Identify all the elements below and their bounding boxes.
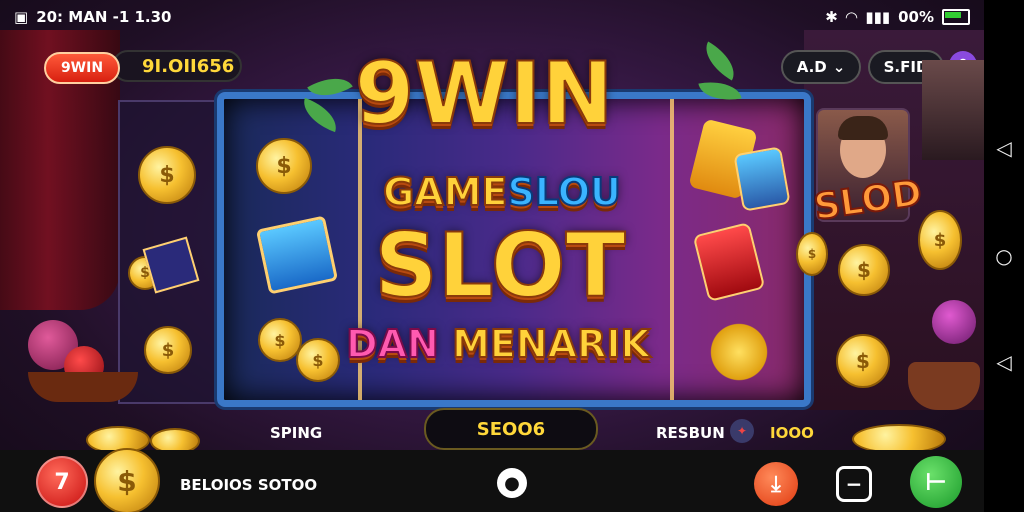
wifi-icon: ◠: [845, 8, 858, 26]
recent-icon[interactable]: ◁: [992, 350, 1016, 374]
bowl-decoration: [28, 372, 138, 402]
system-navigation-bar: ◁ ○ ◁: [984, 0, 1024, 512]
spin-button[interactable]: SPING: [270, 424, 322, 442]
signal-icon: ▮▮▮: [865, 8, 891, 26]
play-button[interactable]: ⊢: [910, 456, 962, 508]
result-label: RESBUN: [656, 424, 725, 442]
status-bar: ▣ 20: MAN -1 1.30 ✱ ◠ ▮▮▮ 00%: [0, 0, 984, 34]
coin-icon: $: [94, 448, 160, 512]
back-icon[interactable]: ◁: [992, 136, 1016, 160]
download-icon[interactable]: ⤓: [754, 462, 798, 506]
status-time: 20: MAN -1 1.30: [36, 8, 172, 26]
banner-subtitle: GAMESLOU: [382, 169, 622, 215]
result-value: IOOO: [770, 424, 814, 442]
battery-icon: [942, 9, 970, 25]
dice-icon[interactable]: ✦: [730, 419, 754, 443]
location-icon[interactable]: ●: [497, 468, 527, 498]
game-screen: ▣ 20: MAN -1 1.30 ✱ ◠ ▮▮▮ 00% 9I.OII656 …: [0, 0, 984, 512]
chat-icon[interactable]: −: [836, 466, 872, 502]
pot-decoration: [908, 362, 980, 410]
bet-display[interactable]: SEOO6: [424, 408, 598, 450]
home-icon[interactable]: ○: [992, 244, 1016, 268]
promo-text: BELOIOS SOTOO: [180, 476, 318, 494]
lucky-seven-button[interactable]: 7: [36, 456, 88, 508]
banner-title: 9WIN: [354, 43, 615, 145]
banner-slot-text: SLOT: [373, 213, 626, 318]
bluetooth-icon: ✱: [825, 8, 838, 26]
banner-tagline: DAN MENARIK: [345, 321, 651, 367]
battery-percent: 00%: [898, 8, 934, 26]
coin-button[interactable]: $: [94, 448, 160, 512]
app-icon: ▣: [14, 8, 29, 26]
